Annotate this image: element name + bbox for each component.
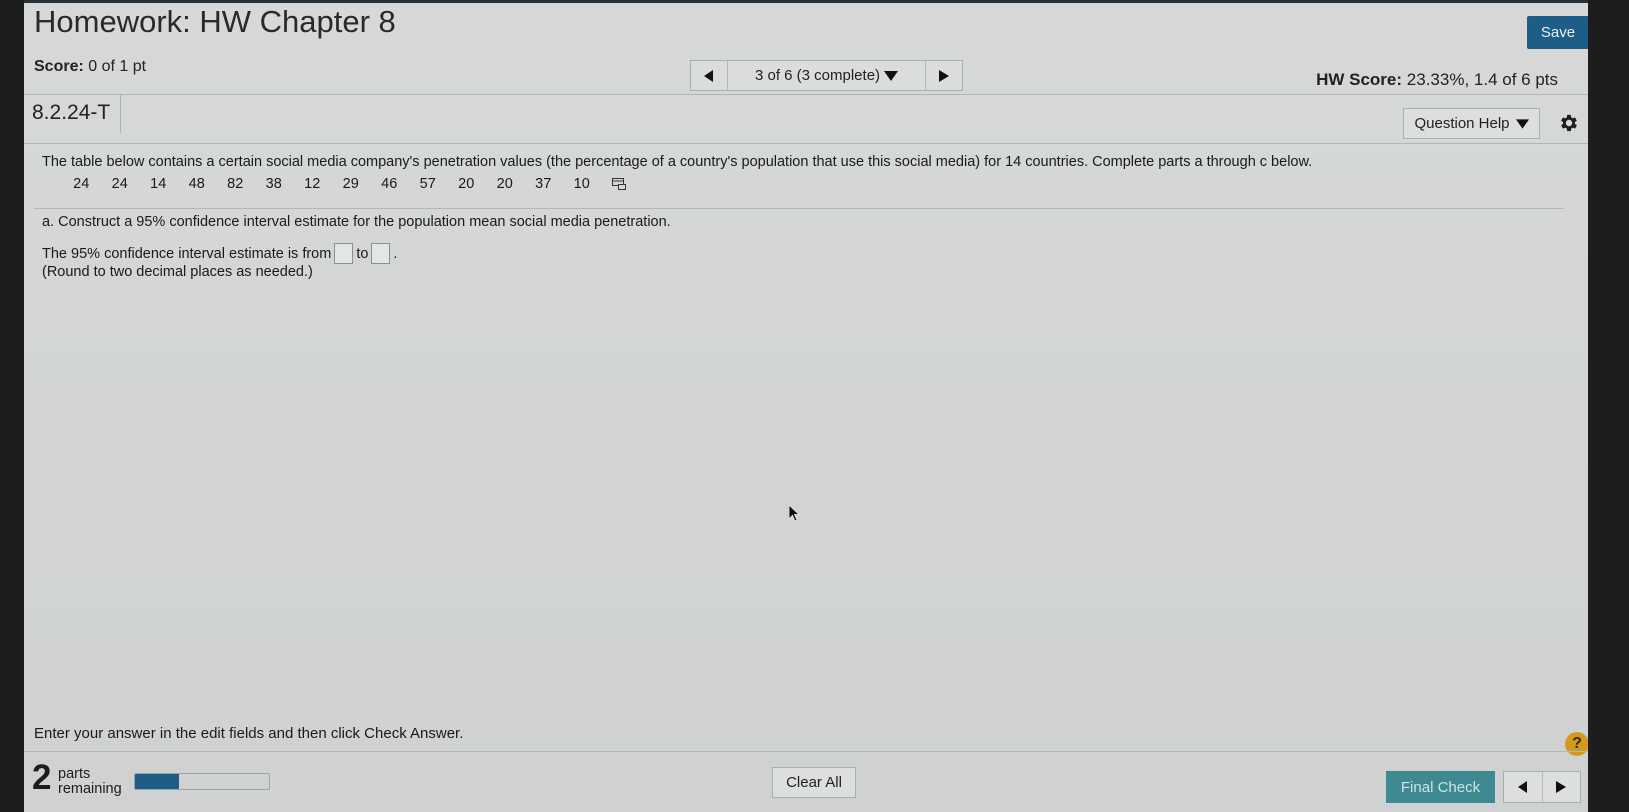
homework-score: HW Score: 23.33%, 1.4 of 6 pts xyxy=(1316,70,1558,90)
copy-data-button[interactable] xyxy=(611,177,627,191)
part-pager xyxy=(1503,771,1581,803)
question-score: Score: 0 of 1 pt xyxy=(34,58,146,76)
data-value-cell: 10 xyxy=(573,176,590,192)
parts-remaining-count: 2 xyxy=(32,758,52,797)
data-value-cell: 20 xyxy=(458,176,475,192)
final-check-button[interactable]: Final Check xyxy=(1386,771,1495,803)
parts-remaining-label: parts remaining xyxy=(58,767,122,797)
triangle-right-icon xyxy=(1556,781,1567,793)
divider xyxy=(24,751,1588,752)
help-button[interactable]: ? xyxy=(1565,732,1588,756)
progress-fill xyxy=(135,774,180,789)
score-value: 0 of 1 pt xyxy=(88,58,147,75)
remaining-word: remaining xyxy=(58,781,122,797)
settings-button[interactable] xyxy=(1556,110,1582,136)
homework-page: Homework: HW Chapter 8 Save Score: 0 of … xyxy=(24,0,1588,812)
next-part-button[interactable] xyxy=(1541,772,1581,802)
triangle-left-icon xyxy=(704,69,713,82)
question-help-dropdown[interactable]: Question Help xyxy=(1403,108,1540,139)
question-navigator: 3 of 6 (3 complete) xyxy=(690,60,963,91)
question-id: 8.2.24-T xyxy=(32,95,122,133)
next-question-button[interactable] xyxy=(926,61,962,90)
previous-question-button[interactable] xyxy=(691,61,727,90)
gear-icon xyxy=(1561,114,1577,132)
data-value-cell: 48 xyxy=(188,176,205,192)
hw-score-label: HW Score: xyxy=(1316,70,1403,89)
copy-data-icon xyxy=(612,178,626,190)
question-help-label: Question Help xyxy=(1414,115,1510,132)
divider xyxy=(24,94,1588,95)
data-value-cell: 12 xyxy=(304,176,321,192)
parts-progress-bar xyxy=(134,773,270,790)
previous-part-button[interactable] xyxy=(1504,772,1542,802)
triangle-down-icon xyxy=(884,70,899,81)
data-value-cell: 24 xyxy=(111,176,128,192)
data-value-cell: 37 xyxy=(535,176,552,192)
question-prompt: The table below contains a certain socia… xyxy=(42,154,1313,170)
data-value-cell: 24 xyxy=(73,176,90,192)
mouse-pointer-icon xyxy=(788,504,801,522)
score-label: Score: xyxy=(34,58,84,75)
save-button[interactable]: Save xyxy=(1527,16,1588,49)
data-value-cell: 46 xyxy=(381,176,398,192)
question-position-dropdown[interactable]: 3 of 6 (3 complete) xyxy=(727,61,926,90)
hw-score-value: 23.33%, 1.4 of 6 pts xyxy=(1406,70,1558,89)
ci-suffix-text: . xyxy=(393,245,398,262)
confidence-interval-line: The 95% confidence interval estimate is … xyxy=(42,243,397,264)
data-value-cell: 20 xyxy=(496,176,513,192)
data-value-cell: 82 xyxy=(227,176,244,192)
data-value-cell: 38 xyxy=(265,176,282,192)
clear-all-button[interactable]: Clear All xyxy=(772,767,856,798)
question-position-label: 3 of 6 (3 complete) xyxy=(754,67,881,84)
divider xyxy=(24,143,1588,144)
data-table: 24 24 14 48 82 38 12 29 46 57 20 20 37 10 xyxy=(62,176,627,192)
rounding-note: (Round to two decimal places as needed.) xyxy=(42,264,313,280)
part-a-prompt: a. Construct a 95% confidence interval e… xyxy=(42,214,671,230)
upper-bound-input[interactable] xyxy=(371,243,391,264)
answer-instruction: Enter your answer in the edit fields and… xyxy=(34,725,464,742)
data-value-cell: 14 xyxy=(150,176,167,192)
homework-title: Homework: HW Chapter 8 xyxy=(34,4,396,39)
data-value-cell: 57 xyxy=(419,176,436,192)
data-value-cell: 29 xyxy=(342,176,359,192)
triangle-down-icon xyxy=(1515,118,1529,129)
divider xyxy=(34,208,1564,209)
ci-prefix-text: The 95% confidence interval estimate is … xyxy=(42,245,332,262)
triangle-right-icon xyxy=(939,69,949,82)
top-edge-bar xyxy=(24,0,1588,3)
ci-middle-text: to xyxy=(356,245,369,262)
parts-word: parts xyxy=(58,766,91,782)
triangle-left-icon xyxy=(1517,781,1527,793)
lower-bound-input[interactable] xyxy=(334,243,354,264)
